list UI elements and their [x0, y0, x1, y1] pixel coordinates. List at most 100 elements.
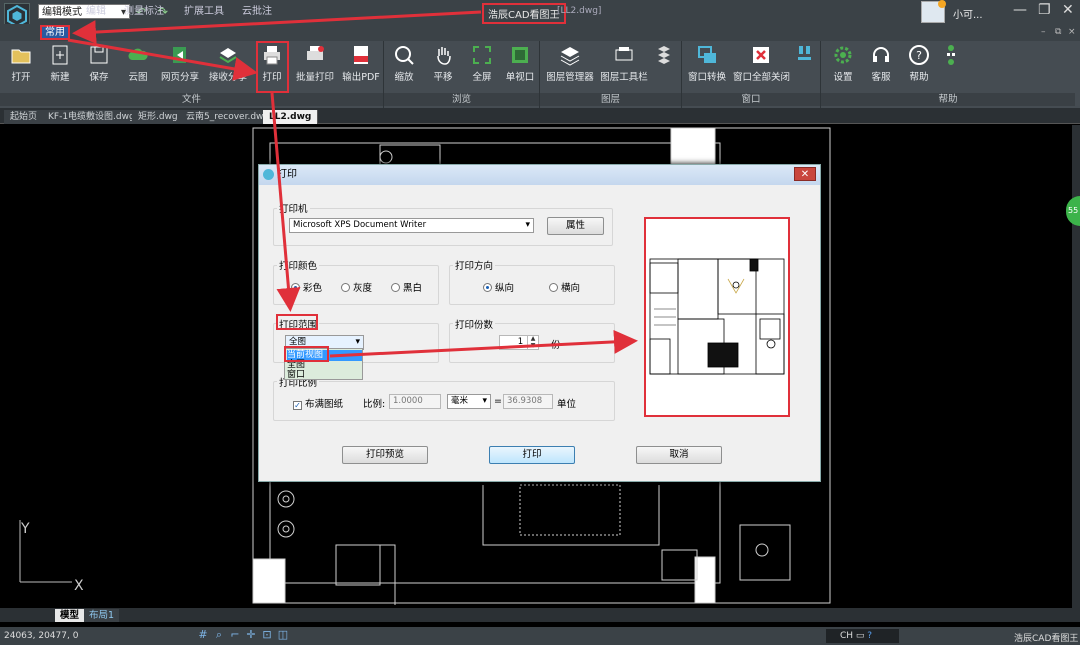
tab-ll2[interactable]: LL2.dwg — [263, 110, 319, 124]
radio-dot — [341, 283, 350, 292]
preview-drawing — [649, 258, 785, 375]
batch-print-button[interactable]: 批量打印 — [294, 44, 336, 83]
doc-restore-icon[interactable]: ⧉ — [1055, 27, 1061, 37]
settings-button[interactable]: 设置 — [823, 44, 863, 83]
fit-icon[interactable]: ◫ — [277, 629, 289, 641]
orientation-group-label: 打印方向 — [453, 258, 496, 272]
gear-icon — [832, 44, 854, 66]
fullscreen-icon — [471, 44, 493, 66]
viewport-icon — [509, 44, 531, 66]
window-switch-button[interactable]: 窗口转换 — [685, 44, 729, 83]
radio-landscape[interactable]: 横向 — [549, 280, 580, 294]
printer-select[interactable]: Microsoft XPS Document Writer — [289, 218, 534, 233]
close-icon[interactable]: ✕ — [1062, 2, 1074, 18]
ortho-icon[interactable]: ⌐ — [229, 629, 241, 641]
new-button[interactable]: 新建 — [40, 44, 80, 83]
ime-help-icon: ? — [867, 631, 873, 641]
menu-item-cloud-comment[interactable]: 云批注 — [242, 2, 272, 17]
polar-icon[interactable]: ⊡ — [261, 629, 273, 641]
save-button[interactable]: 保存 — [79, 44, 119, 83]
menu-item-measure[interactable]: 测量标注 — [124, 2, 164, 17]
tile-windows-icon — [794, 44, 816, 66]
copies-spinner[interactable]: ▲ ▼ — [527, 335, 538, 350]
document-name: [LL2.dwg] — [557, 6, 602, 16]
tile-windows-button[interactable] — [794, 44, 816, 69]
single-viewport-button[interactable]: 单视口 — [500, 44, 540, 83]
headset-icon — [870, 44, 892, 66]
button-label: 输出PDF — [342, 72, 380, 83]
customer-service-button[interactable]: 客服 — [861, 44, 901, 83]
button-label: 单视口 — [505, 72, 535, 83]
scale-unit-select[interactable]: 毫米 — [447, 394, 491, 409]
radio-label: 黑白 — [403, 283, 423, 294]
properties-button[interactable]: 属性 — [547, 217, 604, 235]
button-label: 图层管理器 — [546, 72, 594, 83]
mode-select[interactable]: 编辑模式 — [38, 4, 130, 20]
radio-dot — [483, 283, 492, 292]
open-button[interactable]: 打开 — [1, 44, 41, 83]
print-preview-button[interactable]: 打印预览 — [342, 446, 428, 464]
web-share-button[interactable]: 网页分享 — [160, 44, 200, 83]
radio-gray[interactable]: 灰度 — [341, 280, 372, 294]
restore-icon[interactable]: ❐ — [1038, 2, 1051, 18]
layer-manager-button[interactable]: 图层管理器 — [546, 44, 594, 83]
group-label: 文件 — [0, 93, 383, 106]
tab-model[interactable]: 模型 — [55, 609, 85, 622]
tab-yunnan[interactable]: 云南5_recover.dwg — [180, 110, 277, 124]
group-label: 图层 — [540, 93, 681, 106]
fullscreen-button[interactable]: 全屏 — [462, 44, 502, 83]
window-switch-icon — [696, 44, 718, 66]
doc-close-icon[interactable]: × — [1068, 27, 1076, 37]
status-app-name: 浩辰CAD看图王 — [1014, 634, 1079, 644]
range-label-highlight — [276, 314, 318, 330]
fit-paper-checkbox[interactable]: ✓ 布满图纸 — [293, 396, 343, 410]
unit-label: 单位 — [557, 399, 577, 410]
help-extra-button[interactable] — [940, 44, 962, 69]
tab-start-page[interactable]: 起始页 — [4, 110, 45, 124]
layer-toolbar-button[interactable]: 图层工具栏 — [600, 44, 648, 83]
receive-share-button[interactable]: 接收分享 — [208, 44, 248, 83]
cancel-button[interactable]: 取消 — [636, 446, 722, 464]
tab-layout1[interactable]: 布局1 — [84, 609, 120, 622]
button-label: 客服 — [871, 72, 891, 83]
menu-item-extend[interactable]: 扩展工具 — [184, 2, 224, 17]
zoom-small-icon[interactable]: ⌕ — [213, 629, 225, 641]
tab-kf1[interactable]: KF-1电缆敷设图.dwg — [42, 110, 142, 124]
help-button[interactable]: ? 帮助 — [899, 44, 939, 83]
layer-toolbar-icon — [613, 44, 635, 66]
radio-portrait[interactable]: 纵向 — [483, 280, 514, 294]
print-confirm-button[interactable]: 打印 — [489, 446, 575, 464]
cloud-drawing-button[interactable]: 云图 — [118, 44, 158, 83]
dialog-title: 打印 — [259, 165, 820, 185]
username[interactable]: 小可... — [953, 6, 983, 21]
group-label: 窗口 — [682, 93, 820, 106]
button-label: 设置 — [833, 72, 853, 83]
button-label: 窗口转换 — [687, 72, 726, 83]
tab-rectangle[interactable]: 矩形.dwg — [132, 110, 185, 124]
cloud-icon — [127, 44, 149, 66]
close-all-windows-button[interactable]: 窗口全部关闭 — [733, 44, 790, 83]
menu-item-common[interactable]: 常用 — [40, 25, 70, 40]
scale-result-input[interactable]: 36.9308 — [503, 394, 553, 409]
zoom-button[interactable]: 缩放 — [384, 44, 424, 83]
radio-color[interactable]: 彩色 — [291, 280, 322, 294]
doc-minimize-icon[interactable]: – — [1041, 27, 1046, 37]
export-pdf-button[interactable]: 输出PDF — [340, 44, 382, 83]
grid-icon[interactable]: # — [197, 629, 209, 641]
pan-button[interactable]: 平移 — [423, 44, 463, 83]
ime-indicator[interactable]: CH ▭ ? — [826, 629, 899, 643]
menu-item-edit[interactable]: 编辑 — [86, 2, 106, 17]
batch-printer-icon — [304, 44, 326, 66]
scale-input[interactable]: 1.0000 — [389, 394, 441, 409]
range-option-window[interactable]: 窗口 — [287, 370, 305, 381]
snap-icon[interactable]: ✛ — [245, 629, 257, 641]
radio-bw[interactable]: 黑白 — [391, 280, 422, 294]
status-bar — [0, 627, 1080, 645]
copies-group-label: 打印份数 — [453, 317, 496, 331]
minimize-icon[interactable]: — — [1013, 2, 1027, 18]
hand-icon — [432, 44, 454, 66]
dialog-close-button[interactable]: ✕ — [794, 167, 816, 181]
radio-label: 纵向 — [495, 283, 515, 294]
layer-extra-button[interactable] — [652, 44, 676, 69]
current-view-highlight — [284, 346, 329, 362]
